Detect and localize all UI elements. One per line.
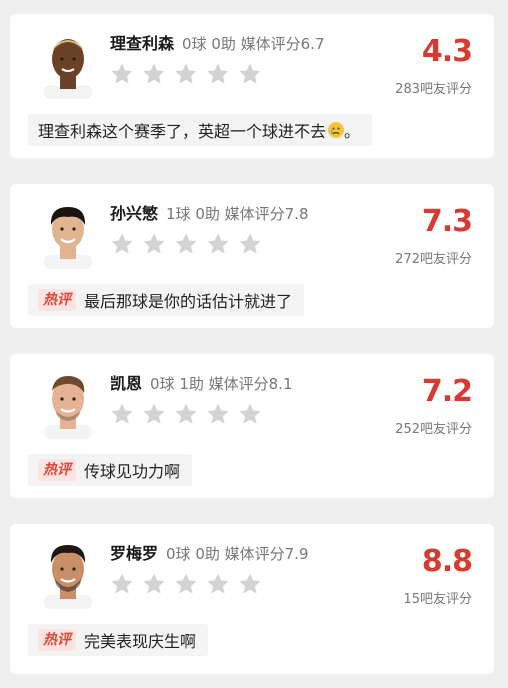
rating-stars[interactable] xyxy=(110,402,262,426)
average-score: 7.3 xyxy=(421,204,473,239)
top-comment[interactable]: 热评 最后那球是你的话估计就进了 xyxy=(28,284,305,316)
player-avatar xyxy=(40,539,96,609)
comment-text: 理查利森这个赛季了，英超一个球进不去 xyxy=(38,122,327,141)
star-icon[interactable] xyxy=(110,572,134,596)
star-icon[interactable] xyxy=(206,62,230,86)
rating-stars[interactable] xyxy=(110,572,262,596)
star-icon[interactable] xyxy=(238,232,262,256)
star-icon[interactable] xyxy=(110,232,134,256)
player-avatar xyxy=(40,369,96,439)
star-icon[interactable] xyxy=(174,402,198,426)
star-icon[interactable] xyxy=(142,62,166,86)
star-icon[interactable] xyxy=(206,232,230,256)
player-name: 理查利森 xyxy=(110,34,175,53)
star-icon[interactable] xyxy=(142,402,166,426)
player-stats: 0球 0助 媒体评分6.7 xyxy=(182,35,325,53)
star-icon[interactable] xyxy=(174,62,198,86)
player-card: 凯恩 0球 1助 媒体评分8.1 7.2 252吧友评分 热评 传球见功力啊 xyxy=(10,354,494,498)
rating-stars[interactable] xyxy=(110,62,262,86)
player-card: 孙兴慜 1球 0助 媒体评分7.8 7.3 272吧友评分 热评 最后那球是你的话… xyxy=(10,184,494,328)
star-icon[interactable] xyxy=(110,62,134,86)
comment-text: 完美表现庆生啊 xyxy=(84,632,197,651)
top-comment[interactable]: 理查利森这个赛季了，英超一个球进不去 。 xyxy=(28,114,373,146)
star-icon[interactable] xyxy=(238,62,262,86)
player-avatar xyxy=(40,29,96,99)
star-icon[interactable] xyxy=(206,402,230,426)
star-icon[interactable] xyxy=(110,402,134,426)
star-icon[interactable] xyxy=(174,232,198,256)
star-icon[interactable] xyxy=(174,572,198,596)
average-score: 4.3 xyxy=(421,34,473,69)
rating-count: 15吧友评分 xyxy=(403,592,472,607)
player-name: 孙兴慜 xyxy=(110,204,159,223)
hot-comment-badge: 热评 xyxy=(38,629,76,651)
player-name: 罗梅罗 xyxy=(110,544,159,563)
rating-count: 272吧友评分 xyxy=(395,252,472,267)
rating-count: 252吧友评分 xyxy=(395,422,472,437)
player-stats: 0球 0助 媒体评分7.9 xyxy=(166,545,309,563)
player-avatar xyxy=(40,199,96,269)
player-stats: 0球 1助 媒体评分8.1 xyxy=(150,375,293,393)
player-name: 凯恩 xyxy=(110,374,143,393)
star-icon[interactable] xyxy=(238,572,262,596)
comment-text: 最后那球是你的话估计就进了 xyxy=(84,292,293,311)
star-icon[interactable] xyxy=(142,572,166,596)
top-comment[interactable]: 热评 完美表现庆生啊 xyxy=(28,624,209,656)
average-score: 8.8 xyxy=(421,544,473,579)
star-icon[interactable] xyxy=(238,402,262,426)
top-comment[interactable]: 热评 传球见功力啊 xyxy=(28,454,193,486)
player-stats: 1球 0助 媒体评分7.8 xyxy=(166,205,309,223)
average-score: 7.2 xyxy=(421,374,473,409)
hot-comment-badge: 热评 xyxy=(38,289,76,311)
hot-comment-badge: 热评 xyxy=(38,459,76,481)
player-card: 罗梅罗 0球 0助 媒体评分7.9 8.8 15吧友评分 热评 完美表现庆生啊 xyxy=(10,524,494,674)
star-icon[interactable] xyxy=(206,572,230,596)
comment-suffix: 。 xyxy=(344,122,361,141)
crying-face-icon xyxy=(328,122,345,138)
rating-stars[interactable] xyxy=(110,232,262,256)
star-icon[interactable] xyxy=(142,232,166,256)
comment-text: 传球见功力啊 xyxy=(84,462,181,481)
player-card: 理查利森 0球 0助 媒体评分6.7 4.3 283吧友评分 理查利森这个赛季了，… xyxy=(10,14,494,158)
rating-count: 283吧友评分 xyxy=(395,82,472,97)
